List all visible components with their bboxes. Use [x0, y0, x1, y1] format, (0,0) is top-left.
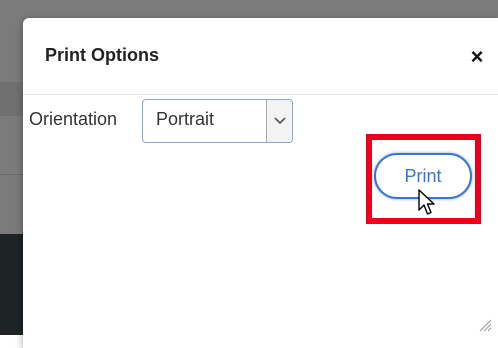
print-button-label: Print [404, 165, 442, 186]
orientation-label: Orientation [29, 109, 118, 129]
close-icon: × [470, 44, 484, 69]
dialog-title: Print Options [45, 45, 159, 65]
mouse-pointer-icon [418, 189, 435, 215]
chevron-down-icon[interactable] [266, 100, 292, 142]
background-partial-text: cl [2, 318, 15, 335]
dialog-header: Print Options × [23, 18, 498, 95]
orientation-selected-value: Portrait [156, 109, 215, 129]
resize-grip-icon[interactable] [478, 318, 492, 332]
orientation-select[interactable]: Portrait [142, 99, 293, 143]
close-button[interactable]: × [466, 45, 488, 69]
